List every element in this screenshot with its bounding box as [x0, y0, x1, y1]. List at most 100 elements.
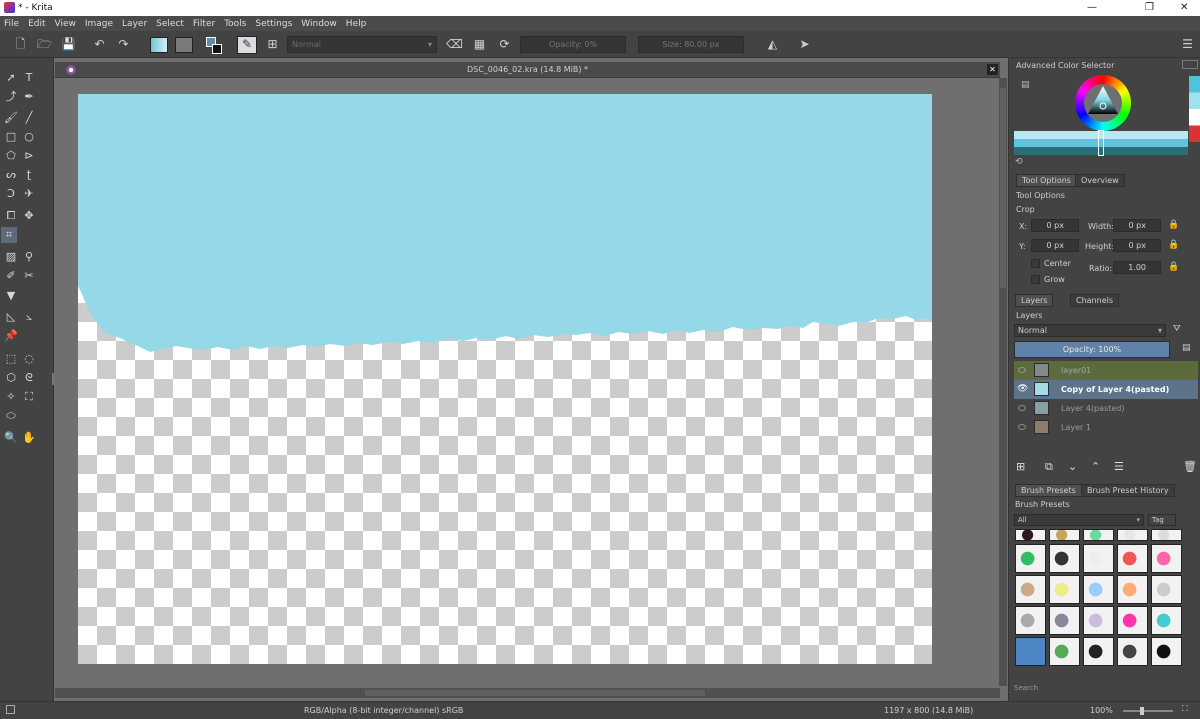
menu-settings[interactable]: Settings [255, 19, 292, 29]
brush-preset-icon[interactable] [1015, 529, 1046, 541]
new-document-icon[interactable]: 🗋 [13, 37, 28, 52]
rectangle-tool-icon[interactable]: □ [3, 129, 19, 145]
mirror-vertical-icon[interactable]: ➤ [797, 37, 812, 52]
redo-icon[interactable]: ↷ [116, 37, 131, 52]
grow-checkbox[interactable] [1031, 275, 1040, 284]
calligraphy-icon[interactable]: ✒ [21, 89, 37, 105]
document-tab[interactable]: DSC_0046_02.kra (14.8 MiB) * ✕ [55, 62, 1000, 78]
vertical-scroll-thumb[interactable] [1000, 88, 1006, 288]
polygon-select-icon[interactable]: ⬡ [3, 370, 19, 386]
layer-row[interactable]: Layer 4(pasted) [1014, 399, 1198, 418]
layer-properties-button-icon[interactable]: ☰ [1114, 460, 1124, 473]
width-lock-icon[interactable]: 🔒 [1168, 220, 1179, 230]
move-layer-down-icon[interactable]: ⌄ [1068, 460, 1077, 473]
brush-preset-icon[interactable] [1015, 575, 1046, 604]
color-bar-marker[interactable] [1098, 130, 1104, 156]
open-folder-icon[interactable]: 🗁 [37, 37, 52, 52]
close-document-icon[interactable]: ✕ [987, 64, 998, 75]
menu-help[interactable]: Help [346, 19, 367, 29]
menu-filter[interactable]: Filter [193, 19, 215, 29]
assistant-tool-icon[interactable]: ◺ [3, 309, 19, 325]
layer-row[interactable]: Layer 1 [1014, 418, 1198, 437]
edit-shapes-icon[interactable]: ⤴ [3, 89, 19, 105]
rect-select-icon[interactable]: ⬚ [3, 351, 19, 367]
visibility-icon[interactable]: 👁 [1017, 385, 1028, 394]
layer-filter-icon[interactable]: ⛛ [1173, 324, 1181, 334]
layer-properties-icon[interactable]: ▤ [1182, 343, 1191, 353]
center-checkbox[interactable] [1031, 259, 1040, 268]
brush-preset-icon[interactable] [1117, 637, 1148, 666]
layer-row[interactable]: 👁 Copy of Layer 4(pasted) [1014, 380, 1198, 399]
freehand-path-icon[interactable]: ʈ [21, 167, 37, 183]
height-lock-icon[interactable]: 🔒 [1168, 240, 1179, 250]
width-input[interactable]: 0 px [1113, 219, 1161, 232]
menu-file[interactable]: File [4, 19, 19, 29]
tab-brush-preset-history[interactable]: Brush Preset History [1081, 484, 1175, 497]
horizontal-scroll-thumb[interactable] [365, 690, 705, 696]
fg-bg-color-icon[interactable] [206, 37, 224, 55]
tab-channels[interactable]: Channels [1070, 294, 1120, 307]
brush-preset-icon[interactable] [1151, 529, 1182, 541]
smart-patch-icon[interactable]: ✂ [21, 268, 37, 284]
y-input[interactable]: 0 px [1031, 239, 1079, 252]
brush-preset-icon[interactable] [1083, 529, 1114, 541]
brush-preset-icon[interactable] [1117, 544, 1148, 573]
close-window-button[interactable]: ✕ [1180, 2, 1188, 13]
menu-edit[interactable]: Edit [28, 19, 45, 29]
bezier-select-icon[interactable]: ⬭ [3, 408, 19, 424]
reload-preset-icon[interactable]: ⟳ [497, 37, 512, 52]
blend-mode-select[interactable]: Normal ▾ [287, 36, 437, 53]
gradient-tool-icon[interactable]: ▨ [3, 249, 19, 265]
polyline-tool-icon[interactable]: ⊳ [21, 148, 37, 164]
transform-tool-icon[interactable]: ⧠ [3, 208, 19, 224]
height-input[interactable]: 0 px [1113, 239, 1161, 252]
similar-select-icon[interactable]: ⛶ [21, 389, 37, 405]
brush-preset-icon[interactable] [1117, 529, 1148, 541]
brush-preset-icon[interactable] [1083, 575, 1114, 604]
toolbox-handle[interactable] [52, 373, 54, 385]
alpha-lock-icon[interactable]: ▦ [472, 37, 487, 52]
brush-filter-select[interactable]: All ▾ [1014, 514, 1144, 526]
layer-opacity-slider[interactable]: Opacity: 100% [1014, 341, 1170, 358]
color-history-strip[interactable] [1189, 76, 1200, 142]
reference-pin-icon[interactable]: 📌 [3, 328, 19, 344]
visibility-icon[interactable] [1018, 367, 1026, 373]
ellipse-select-icon[interactable]: ◌ [21, 351, 37, 367]
colorize-mask-icon[interactable]: ✐ [3, 268, 19, 284]
x-input[interactable]: 0 px [1031, 219, 1079, 232]
fill-tool-icon[interactable]: ▼ [3, 288, 19, 304]
horizontal-scrollbar[interactable] [55, 688, 1000, 698]
zoom-slider[interactable] [1123, 710, 1173, 712]
maximize-button[interactable]: ❐ [1145, 2, 1154, 13]
menu-window[interactable]: Window [301, 19, 337, 29]
canvas-image[interactable] [78, 94, 932, 664]
workspace-grid-icon[interactable]: ⊞ [265, 37, 280, 52]
magic-wand-icon[interactable]: ✧ [3, 389, 19, 405]
color-reset-icon[interactable]: ⟲ [1015, 157, 1023, 167]
brush-preset-icon[interactable] [1015, 544, 1046, 573]
brush-preset-icon[interactable] [1083, 544, 1114, 573]
brush-search-field[interactable]: Search [1014, 684, 1184, 696]
brush-preset-icon[interactable] [1151, 637, 1182, 666]
tab-brush-presets[interactable]: Brush Presets [1015, 484, 1082, 497]
menu-image[interactable]: Image [85, 19, 113, 29]
opacity-slider[interactable]: Opacity: 0% [520, 36, 626, 53]
gradient-icon[interactable] [150, 37, 168, 53]
eraser-icon[interactable]: ⌫ [446, 37, 463, 52]
undo-icon[interactable]: ↶ [92, 37, 107, 52]
zoom-slider-handle[interactable] [1140, 707, 1144, 715]
add-layer-icon[interactable]: ⊞ [1016, 460, 1025, 473]
visibility-icon[interactable] [1018, 405, 1026, 411]
color-selector-settings-icon[interactable]: ▤ [1021, 80, 1030, 90]
tab-tool-options[interactable]: Tool Options [1016, 174, 1077, 187]
pan-tool-icon[interactable]: ✋ [21, 430, 37, 446]
zoom-tool-icon[interactable]: 🔍 [3, 430, 19, 446]
brush-tag-button[interactable]: Tag [1148, 514, 1176, 526]
multibrush-icon[interactable]: ✈ [21, 186, 37, 202]
crop-tool-icon[interactable]: ⌗ [1, 227, 17, 243]
menu-layer[interactable]: Layer [122, 19, 147, 29]
move-tool-icon[interactable]: ✥ [21, 208, 37, 224]
freehand-select-icon[interactable]: ᘓ [21, 370, 37, 386]
hamburger-menu-icon[interactable]: ☰ [1180, 37, 1195, 52]
brush-preset-icon[interactable] [1049, 606, 1080, 635]
